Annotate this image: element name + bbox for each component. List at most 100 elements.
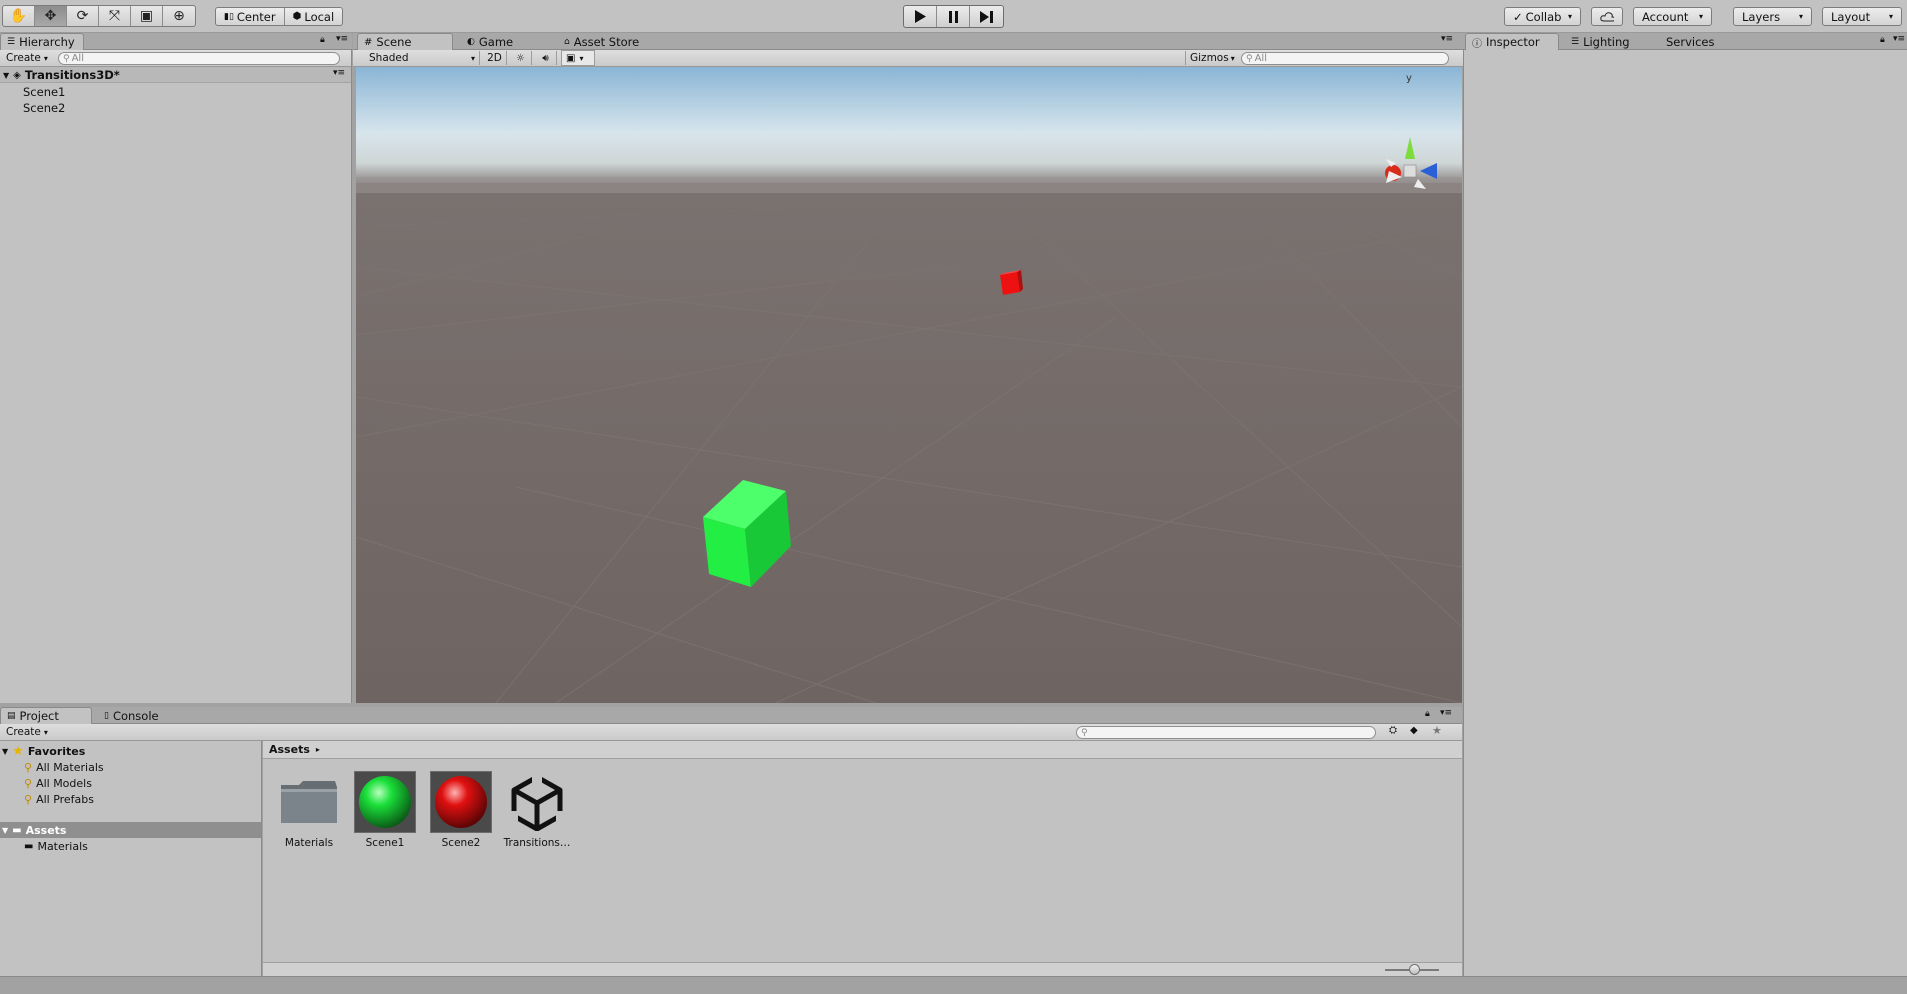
favorite-item[interactable]: ⚲ All Materials xyxy=(24,759,104,775)
transform-tools: ✋ ✥ ⟳ ⤧ ▣ ⊕ xyxy=(2,5,196,27)
hierarchy-item[interactable]: Scene1 xyxy=(23,84,65,100)
pause-button[interactable] xyxy=(937,6,970,27)
tab-scene[interactable]: # Scene xyxy=(357,33,453,50)
pivot-local-button[interactable]: ⬢ Local xyxy=(285,8,343,25)
tab-game[interactable]: ◐ Game xyxy=(461,33,537,50)
play-button[interactable] xyxy=(904,6,937,27)
asset-item[interactable]: Scene2 xyxy=(423,771,499,849)
panel-menu-icon[interactable]: ▾≡ xyxy=(336,34,348,44)
step-icon xyxy=(980,10,993,23)
lock-icon[interactable]: 🔒︎ xyxy=(320,35,325,45)
filter-by-type-icon[interactable]: ⛭ xyxy=(1389,725,1397,736)
scene-audio-toggle[interactable]: 🔊︎ xyxy=(535,51,557,65)
info-icon: ⓘ xyxy=(1472,38,1482,50)
folder-icon: ▬ xyxy=(24,840,34,852)
expand-arrow-icon: ▼ xyxy=(2,746,9,756)
panel-menu-icon[interactable]: ▾≡ xyxy=(1893,34,1905,44)
playback-controls xyxy=(903,5,1004,28)
scene-lighting-toggle[interactable]: ☼ xyxy=(510,51,532,65)
favorite-item[interactable]: ⚲ All Prefabs xyxy=(24,791,94,807)
sun-icon: ☼ xyxy=(516,52,525,64)
favorites-header[interactable]: ▼ ★ Favorites xyxy=(2,743,85,759)
rect-icon: ▣ xyxy=(139,8,154,24)
tab-console[interactable]: ▯ Console xyxy=(98,707,174,724)
search-folder-icon: ⚲ xyxy=(24,792,33,806)
cloud-button[interactable] xyxy=(1591,7,1623,26)
project-search-input[interactable]: ⚲ xyxy=(1076,726,1376,739)
favorite-star-icon[interactable]: ★ xyxy=(1432,724,1442,737)
favorite-item[interactable]: ⚲ All Models xyxy=(24,775,92,791)
scale-tool-button[interactable]: ⤧ xyxy=(99,6,131,26)
rotate-tool-button[interactable]: ⟳ xyxy=(67,6,99,26)
tab-hierarchy[interactable]: ☰ Hierarchy xyxy=(0,33,84,50)
search-icon: ⚲ xyxy=(1081,727,1088,738)
tab-inspector[interactable]: ⓘ Inspector xyxy=(1465,33,1559,50)
console-icon: ▯ xyxy=(104,710,109,721)
panel-menu-icon[interactable]: ▾≡ xyxy=(1440,708,1452,718)
sky-backdrop xyxy=(356,67,1462,187)
status-bar xyxy=(0,976,1907,994)
breadcrumb: Assets ▸ xyxy=(263,741,1462,759)
caret-down-icon: ▾ xyxy=(1888,12,1893,21)
hand-tool-button[interactable]: ✋ xyxy=(3,6,35,26)
scene-viewport[interactable]: y xyxy=(356,67,1462,703)
image-icon: ▣ xyxy=(566,52,576,64)
assets-child-row[interactable]: ▬ Materials xyxy=(24,838,88,854)
scene-header-row[interactable]: ▼ ◈ Transitions3D* ▾≡ xyxy=(0,67,351,83)
hierarchy-create-dropdown[interactable]: Create ▾ xyxy=(2,51,52,65)
collab-dropdown[interactable]: ✓ Collab ▾ xyxy=(1504,7,1581,26)
icon-size-slider-thumb[interactable] xyxy=(1409,964,1420,975)
lock-icon[interactable]: 🔒︎ xyxy=(1880,35,1885,45)
pivot-center-button[interactable]: ▮▯ Center xyxy=(216,8,285,25)
caret-down-icon: ▾ xyxy=(43,727,48,737)
tab-asset-store[interactable]: ⌂ Asset Store xyxy=(558,33,658,50)
project-create-dropdown[interactable]: Create ▾ xyxy=(2,725,52,739)
scene-search-input[interactable]: ⚲ All xyxy=(1241,52,1449,65)
pause-icon xyxy=(948,10,958,23)
project-subbar: Create ▾ ⚲ ⛭ ◆ ★ xyxy=(0,724,1462,741)
panel-menu-icon[interactable]: ▾≡ xyxy=(1441,34,1453,44)
filter-by-label-icon[interactable]: ◆ xyxy=(1410,725,1418,736)
hierarchy-search-input[interactable]: ⚲ All xyxy=(58,52,340,65)
unity-scene-icon xyxy=(506,771,568,833)
layers-dropdown[interactable]: Layers ▾ xyxy=(1733,7,1812,26)
scene-subbar: Shaded ▾ 2D ☼ 🔊︎ ▣ ▾ Gizmos ▾ ⚲ All xyxy=(353,50,1463,67)
red-cube xyxy=(1000,270,1023,295)
gizmos-dropdown[interactable]: Gizmos ▾ xyxy=(1185,51,1235,65)
account-dropdown[interactable]: Account ▾ xyxy=(1633,7,1712,26)
shading-mode-dropdown[interactable]: Shaded ▾ xyxy=(365,51,480,65)
project-tabbar: ▤ Project ▯ Console 🔒︎ ▾≡ xyxy=(0,707,1462,724)
mode-2d-toggle[interactable]: 2D xyxy=(483,51,507,65)
lock-icon[interactable]: 🔒︎ xyxy=(1425,709,1430,719)
transform-tool-button[interactable]: ⊕ xyxy=(163,6,195,26)
caret-down-icon: ▾ xyxy=(470,53,475,63)
hierarchy-tabbar: ☰ Hierarchy 🔒︎ ▾≡ xyxy=(0,33,352,50)
expand-arrow-icon: ▼ xyxy=(3,70,10,80)
inspector-panel xyxy=(1463,50,1907,976)
project-assets-panel: Assets ▸ Materials Scene1 Scene2 Transit… xyxy=(263,741,1462,976)
tab-services[interactable]: Services xyxy=(1660,33,1730,50)
layout-dropdown[interactable]: Layout ▾ xyxy=(1822,7,1902,26)
hierarchy-item[interactable]: Scene2 xyxy=(23,100,65,116)
tab-lighting[interactable]: ☰ Lighting xyxy=(1565,33,1645,50)
play-icon xyxy=(915,10,926,23)
cloud-icon xyxy=(1600,11,1614,21)
asset-item[interactable]: Materials xyxy=(271,771,347,849)
scene-menu-icon[interactable]: ▾≡ xyxy=(333,68,345,78)
search-folder-icon: ⚲ xyxy=(24,776,33,790)
transform-icon: ⊕ xyxy=(173,8,185,24)
assets-root-row[interactable]: ▼ ▬ Assets xyxy=(0,822,261,838)
tab-project[interactable]: ▤ Project xyxy=(0,707,92,724)
asset-item[interactable]: Scene1 xyxy=(347,771,423,849)
move-tool-button[interactable]: ✥ xyxy=(35,6,67,26)
scene-effects-dropdown[interactable]: ▣ ▾ xyxy=(561,50,595,66)
hierarchy-subbar: Create ▾ ⚲ All xyxy=(0,50,351,67)
pivot-toggle-group: ▮▯ Center ⬢ Local xyxy=(215,7,344,26)
step-button[interactable] xyxy=(970,6,1003,27)
asset-item[interactable]: Transitions… xyxy=(499,771,575,849)
hierarchy-panel: Create ▾ ⚲ All ▼ ◈ Transitions3D* ▾≡ Scene… xyxy=(0,50,352,703)
check-icon: ✓ xyxy=(1513,9,1523,24)
scene-tabbar: # Scene ◐ Game ⌂ Asset Store ▾≡ xyxy=(353,33,1463,50)
breadcrumb-assets[interactable]: Assets xyxy=(269,743,310,756)
rect-tool-button[interactable]: ▣ xyxy=(131,6,163,26)
